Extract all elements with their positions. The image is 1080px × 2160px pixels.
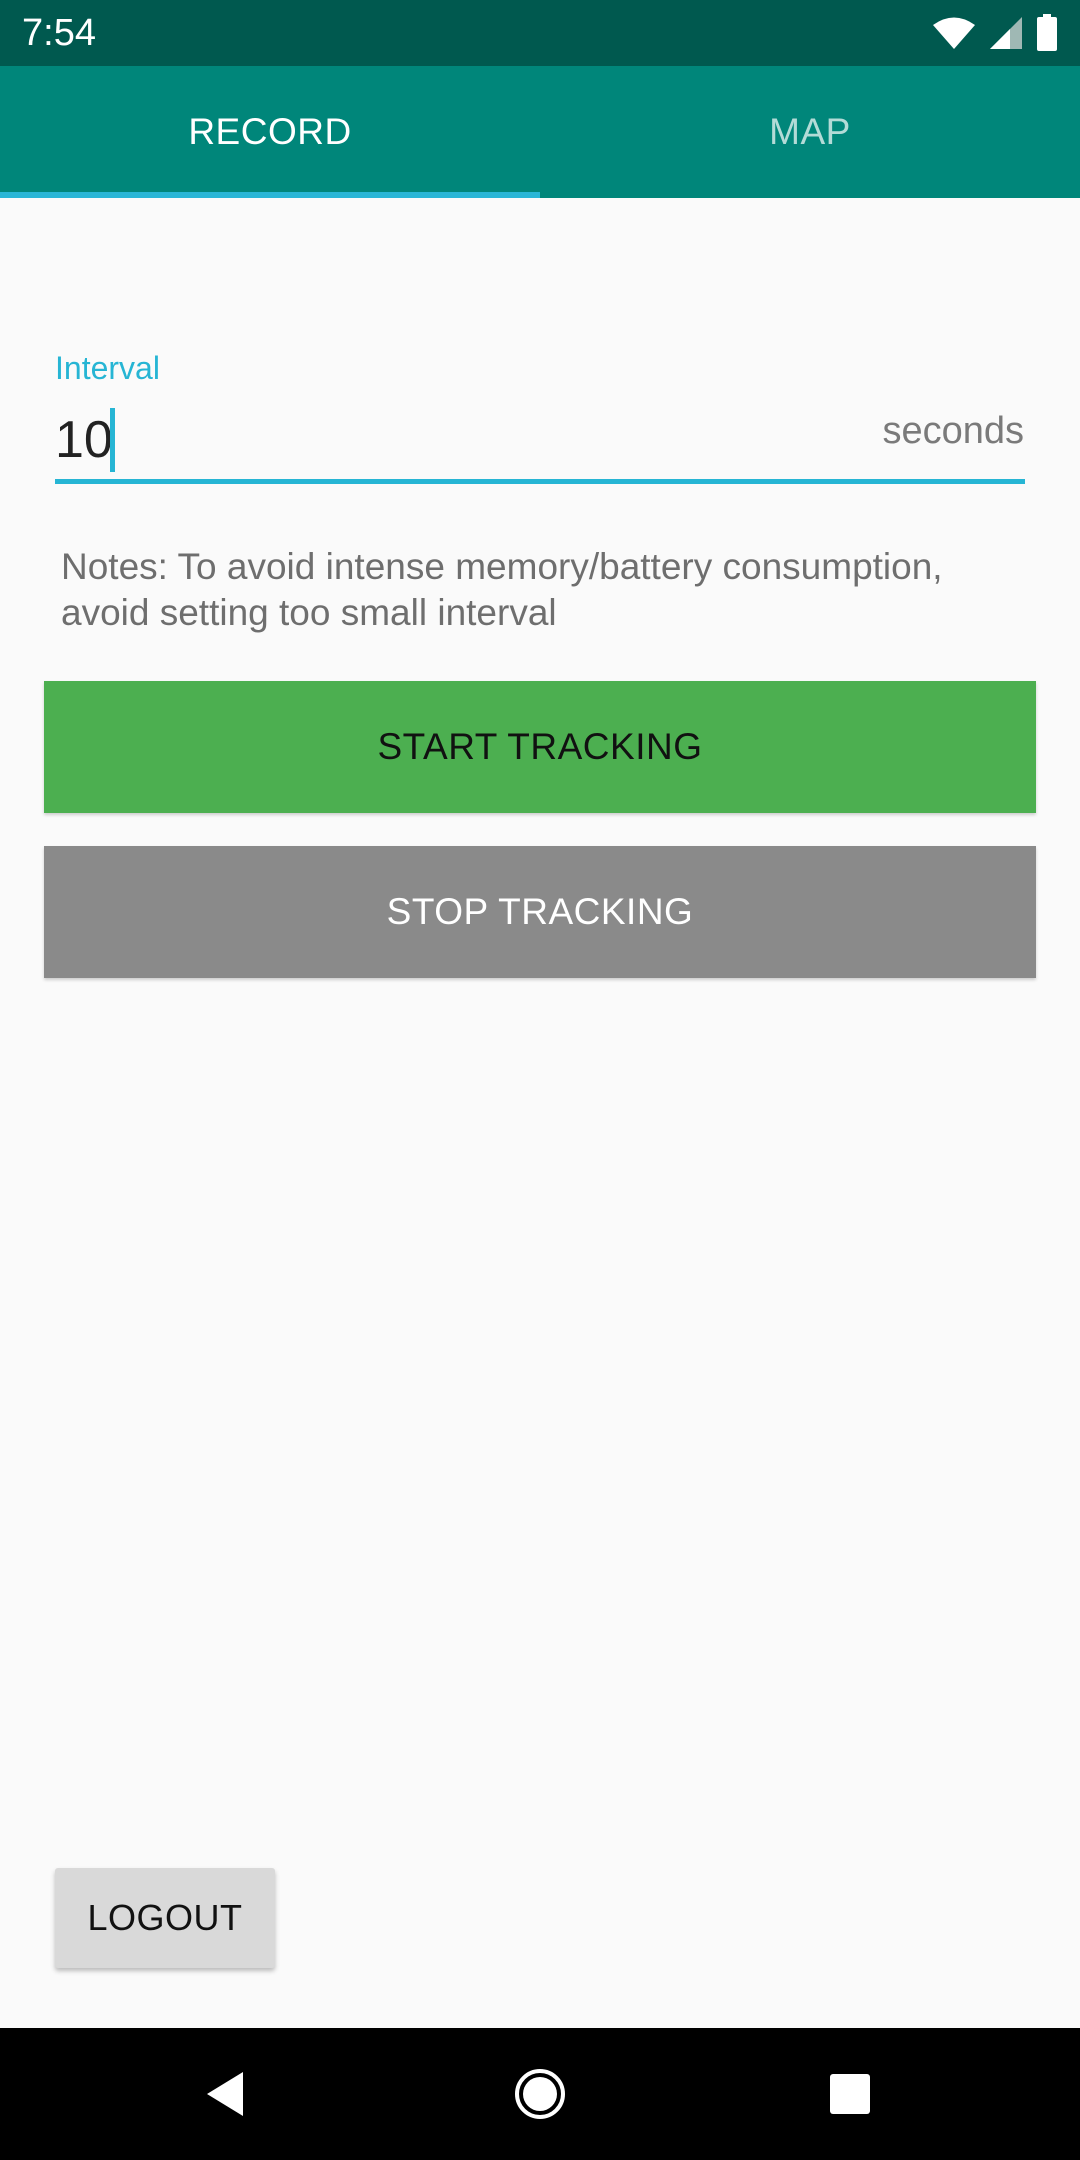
interval-input[interactable] — [55, 400, 815, 480]
tab-record[interactable]: RECORD — [0, 66, 540, 198]
interval-underline — [55, 479, 1025, 484]
home-icon[interactable] — [460, 2028, 620, 2160]
wifi-icon — [932, 16, 976, 50]
text-cursor — [110, 408, 115, 472]
status-icons — [932, 14, 1058, 52]
interval-unit: seconds — [882, 410, 1024, 452]
tab-indicator — [0, 192, 540, 198]
tab-bar: RECORD MAP — [0, 66, 1080, 198]
status-bar: 7:54 — [0, 0, 1080, 66]
interval-label: Interval — [55, 350, 160, 386]
notes-text: Notes: To avoid intense memory/battery c… — [61, 546, 943, 633]
back-icon[interactable] — [145, 2028, 305, 2160]
logout-button[interactable]: LOGOUT — [55, 1868, 275, 1968]
navigation-bar — [0, 2028, 1080, 2160]
tab-map[interactable]: MAP — [540, 66, 1080, 198]
recents-icon[interactable] — [770, 2028, 930, 2160]
status-time: 7:54 — [22, 12, 96, 54]
stop-tracking-button[interactable]: STOP TRACKING — [44, 846, 1036, 978]
battery-icon — [1036, 14, 1058, 52]
signal-icon — [988, 16, 1024, 50]
start-tracking-button[interactable]: START TRACKING — [44, 681, 1036, 813]
